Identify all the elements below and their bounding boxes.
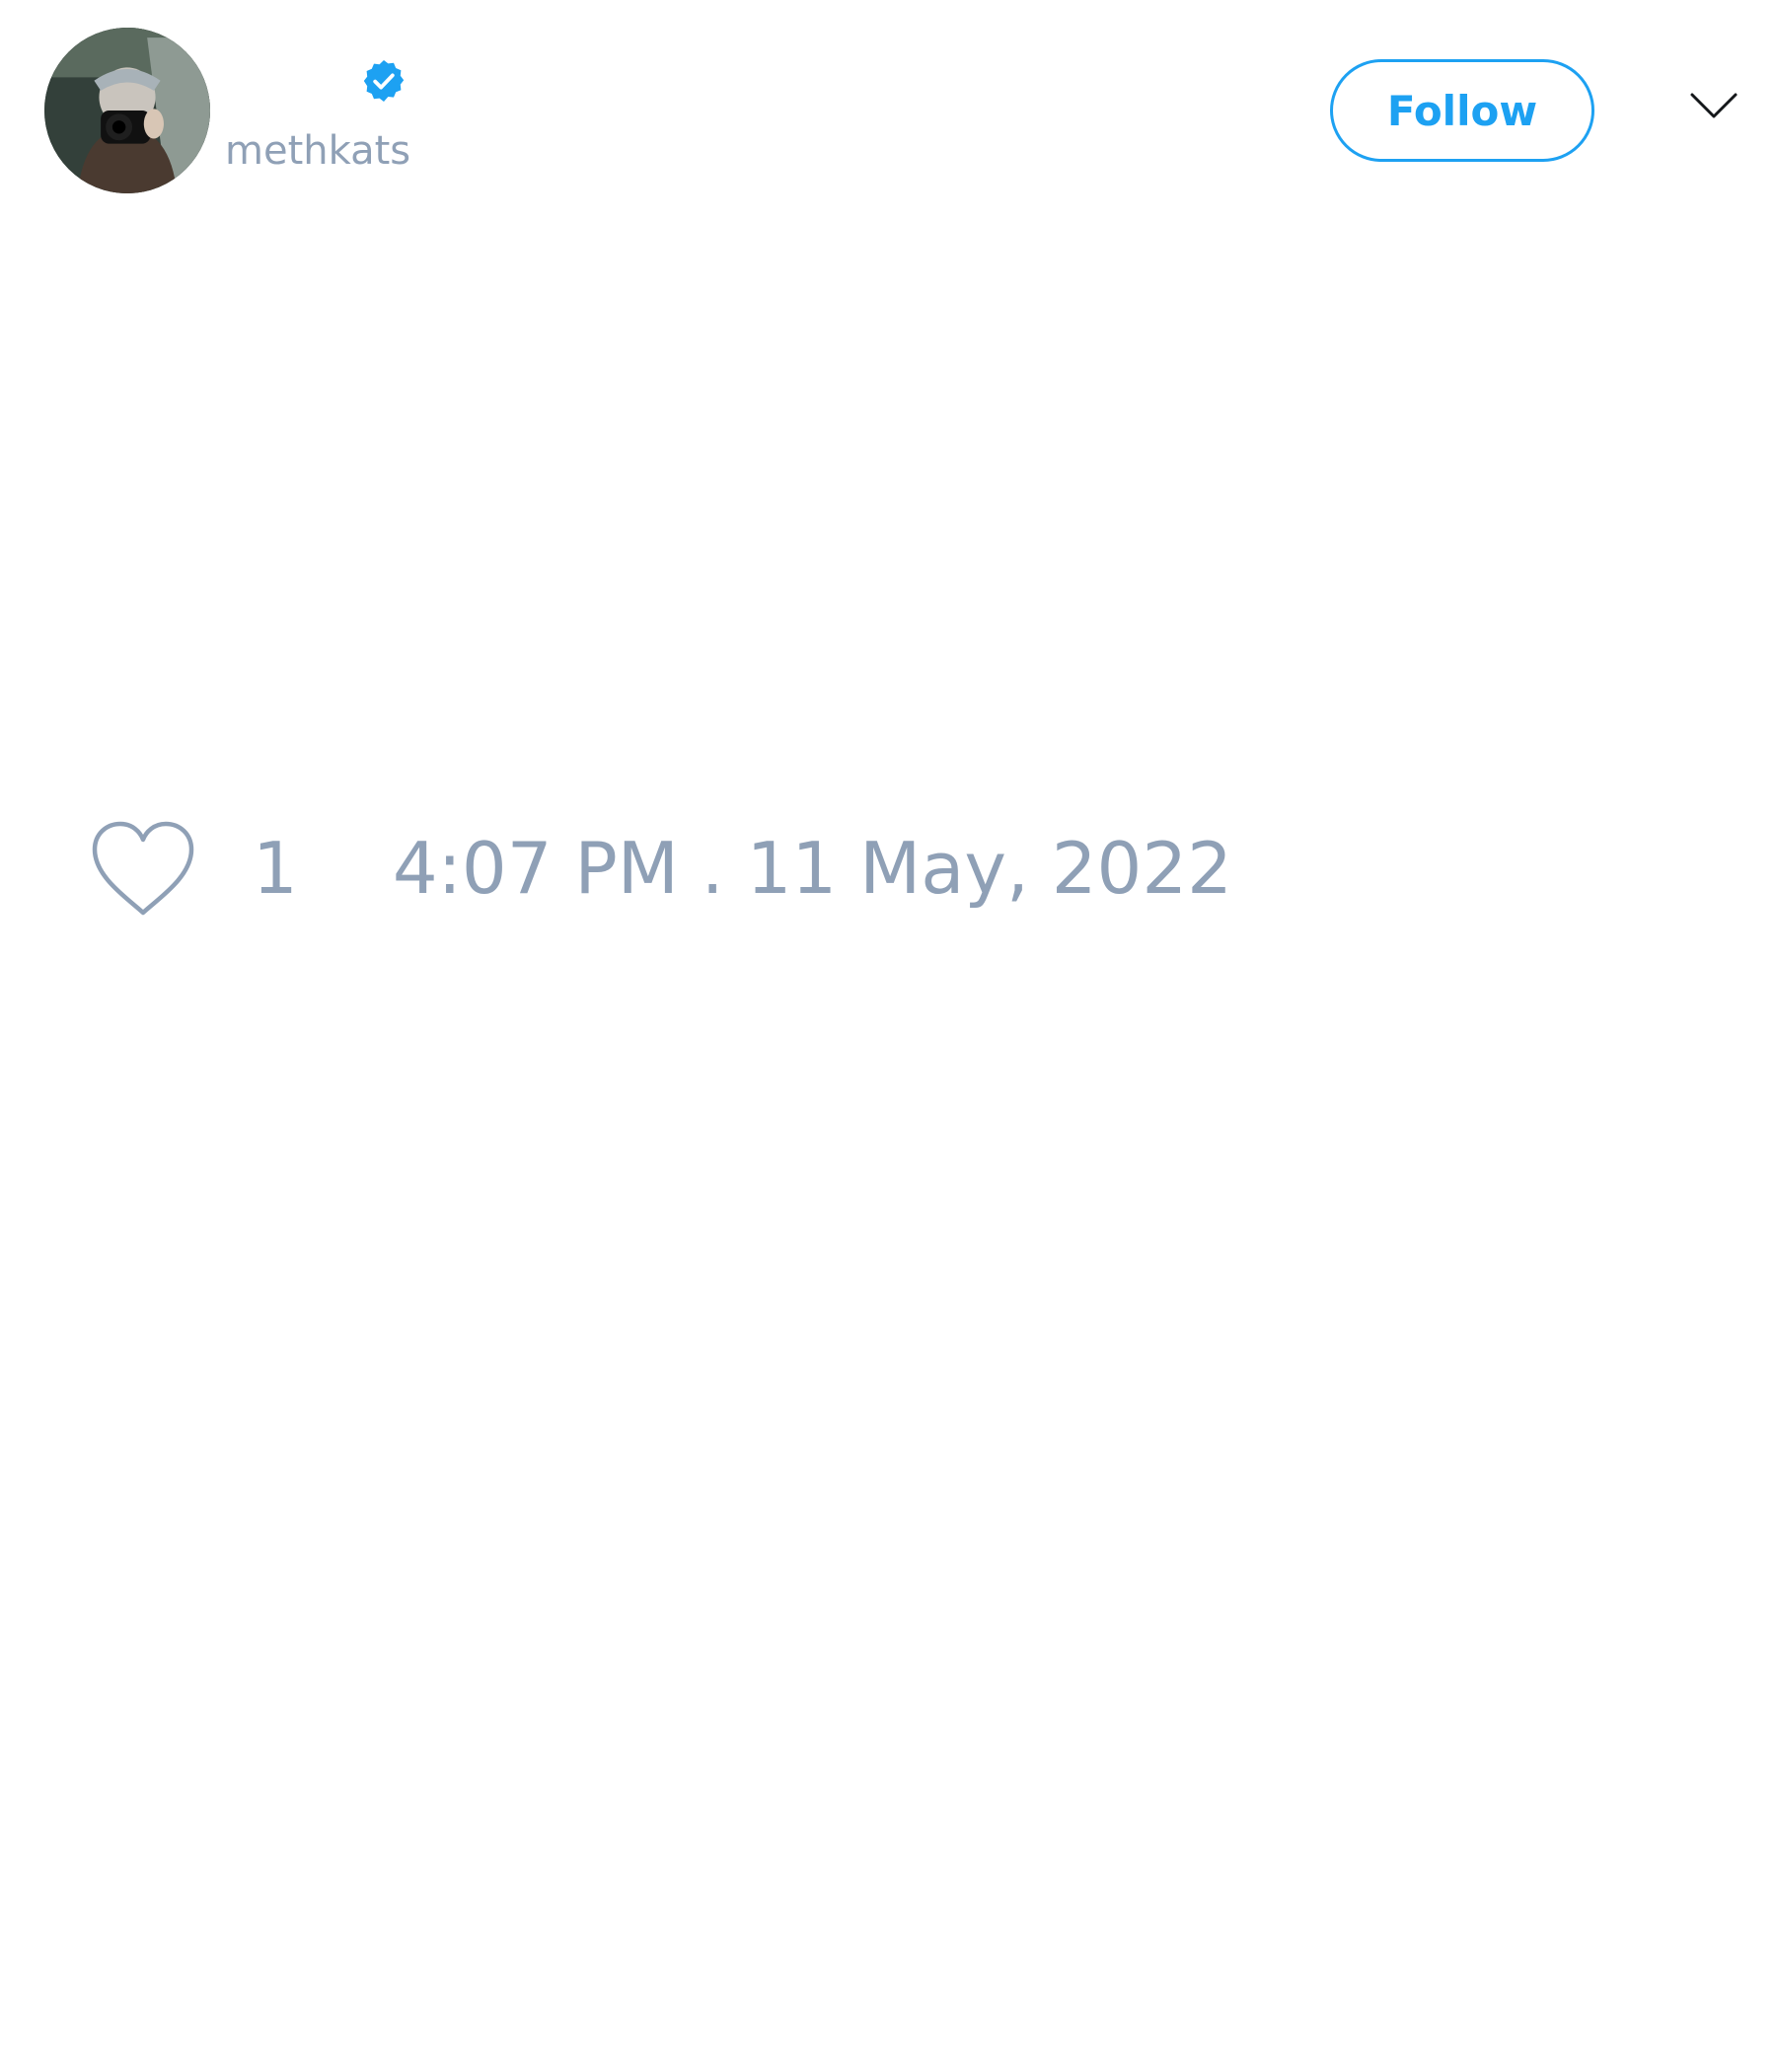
chevron-down-icon[interactable] bbox=[1689, 91, 1739, 120]
verified-badge-icon bbox=[360, 57, 407, 105]
like-count: 1 bbox=[253, 827, 298, 910]
author-avatar[interactable] bbox=[44, 28, 210, 193]
tweet-footer: 1 4:07 PM . 11 May, 2022 bbox=[91, 819, 1232, 918]
follow-button[interactable]: Follow bbox=[1330, 59, 1594, 162]
author-handle[interactable]: methkats bbox=[225, 126, 410, 176]
tweet-timestamp[interactable]: 4:07 PM . 11 May, 2022 bbox=[393, 819, 1232, 918]
avatar-photo-icon bbox=[44, 28, 210, 193]
heart-outline-icon[interactable] bbox=[91, 820, 195, 917]
